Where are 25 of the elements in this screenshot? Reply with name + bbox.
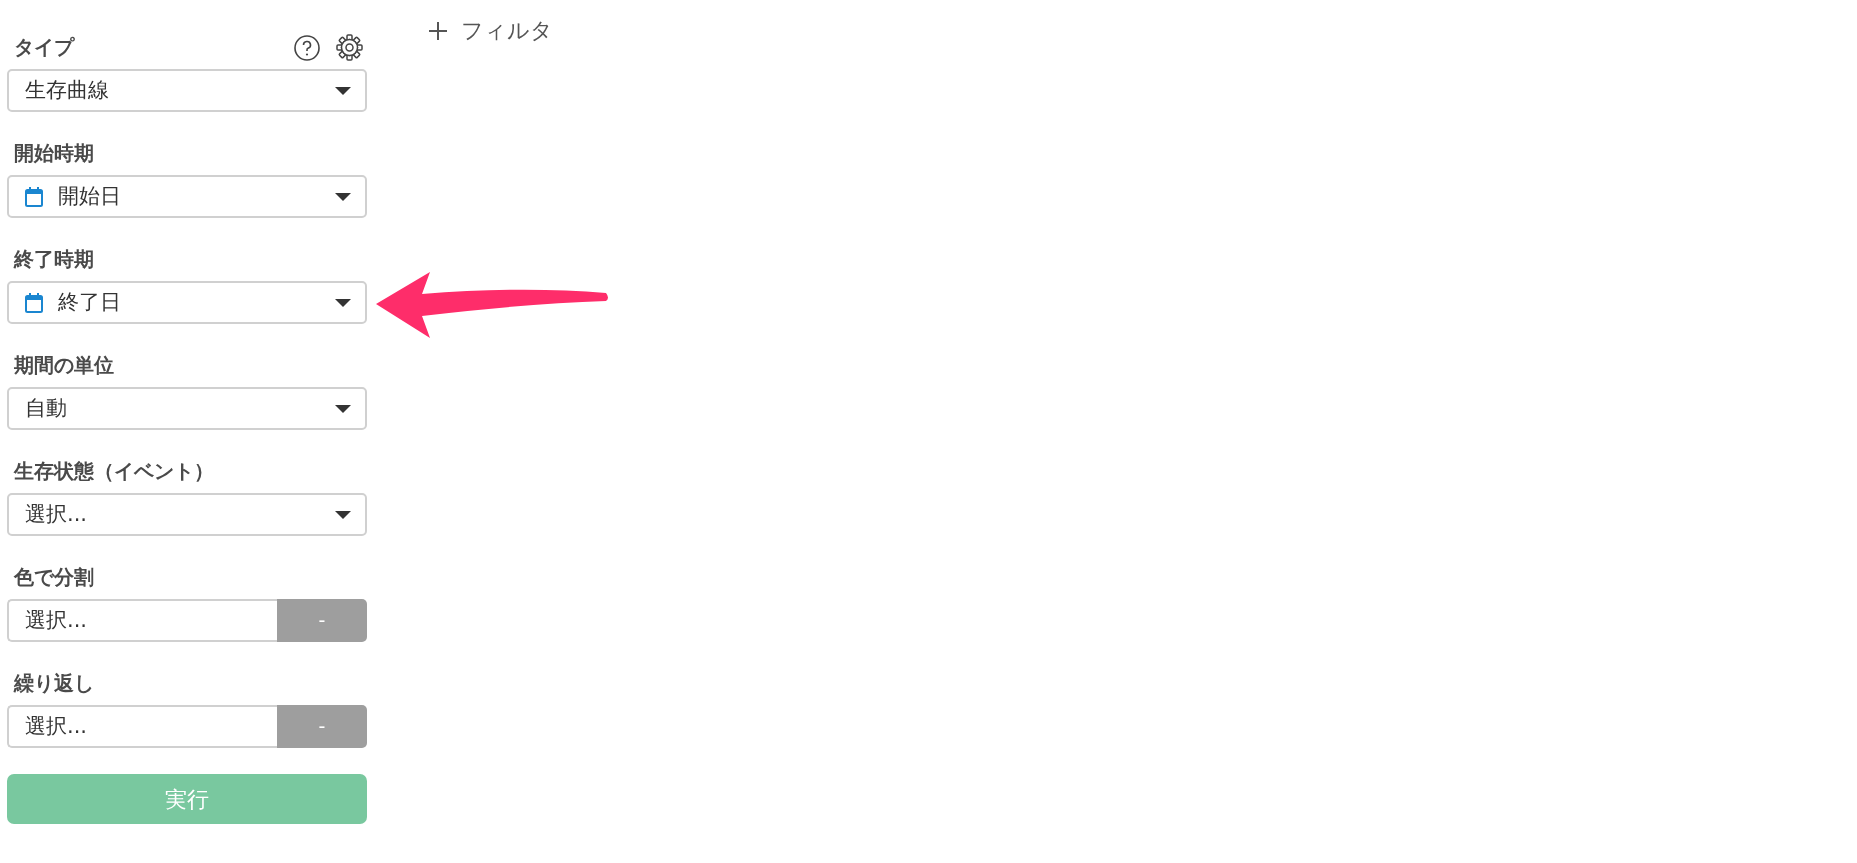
field-label: タイプ (13, 34, 74, 61)
field-label: 開始時期 (13, 140, 94, 167)
caret-icon (335, 192, 351, 201)
plus-icon (429, 21, 447, 40)
dropdown[interactable]: 生存曲線 (7, 69, 367, 112)
dropdown[interactable]: 開始日 (7, 175, 367, 218)
dropdown[interactable]: 選択... (7, 493, 367, 536)
help-icon[interactable] (294, 34, 320, 61)
dropdown[interactable]: 自動 (7, 387, 367, 430)
field-label: 終了時期 (12, 246, 94, 273)
filter-link[interactable]: フィルタ (429, 14, 553, 47)
caret-icon (335, 298, 351, 307)
dropdown[interactable]: 選択... (7, 705, 277, 748)
calendar-icon (25, 292, 43, 313)
field-label: 繰り返し (12, 670, 94, 697)
field-label: 期間の単位 (13, 352, 114, 379)
calendar-icon (25, 186, 43, 207)
field-label: 色で分割 (12, 564, 94, 591)
caret-icon (335, 510, 351, 519)
settings-icon[interactable] (336, 34, 363, 61)
caret-icon (335, 404, 351, 413)
dropdown[interactable]: 終了日 (7, 281, 367, 324)
field-label: 生存状態（イベント） (12, 458, 214, 485)
dropdown[interactable]: 選択... (7, 599, 277, 642)
caret-icon (335, 86, 351, 95)
